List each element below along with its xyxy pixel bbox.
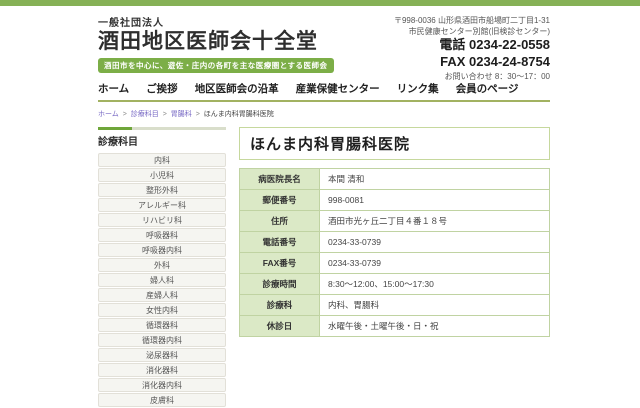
site-logo[interactable]: 一般社団法人 酒田地区医師会十全堂 酒田市を中心に、遊佐・庄内の各町を主な医療圏…: [98, 14, 334, 76]
nav-item-greeting[interactable]: ご挨拶: [146, 81, 178, 96]
table-row: 電話番号 0234-33-0739: [239, 231, 550, 253]
sidebar-accent-gray: [132, 127, 226, 130]
site-header: 一般社団法人 酒田地区医師会十全堂 酒田市を中心に、遊佐・庄内の各町を主な医療圏…: [98, 6, 550, 81]
row-value-phone: 0234-33-0739: [319, 231, 550, 253]
breadcrumb-separator: >: [162, 111, 167, 118]
sidebar-item-womens-internal[interactable]: 女性内科: [98, 303, 226, 317]
breadcrumb-link-gastro[interactable]: 胃腸科: [171, 111, 192, 118]
breadcrumb-separator: >: [122, 111, 127, 118]
sidebar-item-gastroenterology-internal[interactable]: 消化器内科: [98, 378, 226, 392]
breadcrumb-link-departments[interactable]: 診療科目: [131, 111, 159, 118]
sidebar-item-rehabilitation[interactable]: リハビリ科: [98, 213, 226, 227]
contact-address-line2: 市民健康センター別館(旧検診センター): [408, 27, 550, 37]
page-title-box: ほんま内科胃腸科医院: [239, 127, 550, 160]
departments-sidebar: 診療科目 内科 小児科 整形外科 アレルギー科 リハビリ科 呼吸器科 呼吸器内科…: [98, 127, 226, 408]
table-row: 診療時間 8:30～12:00、15:00～17:30: [239, 273, 550, 295]
row-value-closed-days: 水曜午後・土曜午後・日・祝: [319, 315, 550, 337]
sidebar-item-surgery[interactable]: 外科: [98, 258, 226, 272]
table-row: 診療科 内科、胃腸科: [239, 294, 550, 316]
sidebar-accent-bar: [98, 127, 226, 130]
page-container: 一般社団法人 酒田地区医師会十全堂 酒田市を中心に、遊佐・庄内の各町を主な医療圏…: [98, 6, 550, 408]
nav-item-occupational-health[interactable]: 産業保健センター: [296, 81, 380, 96]
page-title: ほんま内科胃腸科医院: [250, 136, 411, 153]
table-row: 病医院長名 本間 清和: [239, 168, 550, 190]
nav-item-home[interactable]: ホーム: [98, 81, 129, 96]
sidebar-item-urology[interactable]: 泌尿器科: [98, 348, 226, 362]
row-label-phone: 電話番号: [239, 231, 320, 253]
row-value-address: 酒田市光ヶ丘二丁目４番１８号: [319, 210, 550, 232]
sidebar-item-gastroenterology[interactable]: 消化器科: [98, 363, 226, 377]
main-nav: ホーム ご挨拶 地区医師会の沿革 産業保健センター リンク集 会員のページ: [98, 77, 550, 102]
sidebar-accent-green: [98, 127, 132, 130]
table-row: FAX番号 0234-33-0739: [239, 252, 550, 274]
sidebar-item-cardiology-internal[interactable]: 循環器内科: [98, 333, 226, 347]
site-tagline: 酒田市を中心に、遊佐・庄内の各町を主な医療圏とする医師会: [98, 58, 334, 74]
nav-item-links[interactable]: リンク集: [397, 81, 439, 96]
table-row: 郵便番号 998-0081: [239, 189, 550, 211]
sidebar-item-orthopedics[interactable]: 整形外科: [98, 183, 226, 197]
row-value-postal-code: 998-0081: [319, 189, 550, 211]
org-type-label: 一般社団法人: [98, 18, 164, 29]
sidebar-title: 診療科目: [98, 137, 138, 148]
row-value-hours: 8:30～12:00、15:00～17:30: [319, 273, 550, 295]
content-columns: 診療科目 内科 小児科 整形外科 アレルギー科 リハビリ科 呼吸器科 呼吸器内科…: [98, 127, 550, 408]
clinic-info-table: 病医院長名 本間 清和 郵便番号 998-0081 住所 酒田市光ヶ丘二丁目４番…: [239, 168, 550, 337]
row-label-closed-days: 休診日: [239, 315, 320, 337]
breadcrumb-separator: >: [195, 111, 200, 118]
row-label-hours: 診療時間: [239, 273, 320, 295]
contact-address-line1: 〒998-0036 山形県酒田市船場町二丁目1-31: [393, 16, 550, 25]
contact-phone: 電話 0234-22-0558: [439, 37, 550, 53]
breadcrumb: ホーム > 診療科目 > 胃腸科 > ほんま内科胃腸科医院: [98, 109, 550, 119]
table-row: 住所 酒田市光ヶ丘二丁目４番１８号: [239, 210, 550, 232]
table-row: 休診日 水曜午後・土曜午後・日・祝: [239, 315, 550, 337]
row-label-director: 病医院長名: [239, 168, 320, 190]
row-label-postal-code: 郵便番号: [239, 189, 320, 211]
org-name-title[interactable]: 酒田地区医師会十全堂: [98, 29, 334, 55]
row-value-director: 本間 清和: [319, 168, 550, 190]
contact-fax: FAX 0234-24-8754: [440, 53, 550, 69]
nav-item-members[interactable]: 会員のページ: [456, 81, 519, 96]
main-content: ほんま内科胃腸科医院 病医院長名 本間 清和 郵便番号 998-0081 住所 …: [239, 127, 550, 337]
breadcrumb-link-home[interactable]: ホーム: [98, 111, 119, 118]
sidebar-item-allergy[interactable]: アレルギー科: [98, 198, 226, 212]
row-label-address: 住所: [239, 210, 320, 232]
sidebar-item-obstetrics[interactable]: 産婦人科: [98, 288, 226, 302]
sidebar-item-respiratory[interactable]: 呼吸器科: [98, 228, 226, 242]
sidebar-item-naika[interactable]: 内科: [98, 153, 226, 167]
sidebar-item-gynecology[interactable]: 婦人科: [98, 273, 226, 287]
contact-info: 〒998-0036 山形県酒田市船場町二丁目1-31 市民健康センター別館(旧検…: [393, 14, 550, 81]
sidebar-item-pediatrics[interactable]: 小児科: [98, 168, 226, 182]
row-value-fax: 0234-33-0739: [319, 252, 550, 274]
sidebar-item-dermatology[interactable]: 皮膚科: [98, 393, 226, 407]
row-value-departments: 内科、胃腸科: [319, 294, 550, 316]
breadcrumb-current: ほんま内科胃腸科医院: [203, 111, 274, 118]
row-label-fax: FAX番号: [239, 252, 320, 274]
sidebar-item-cardiology[interactable]: 循環器科: [98, 318, 226, 332]
sidebar-item-respiratory-internal[interactable]: 呼吸器内科: [98, 243, 226, 257]
nav-item-history[interactable]: 地区医師会の沿革: [195, 81, 279, 96]
row-label-departments: 診療科: [239, 294, 320, 316]
